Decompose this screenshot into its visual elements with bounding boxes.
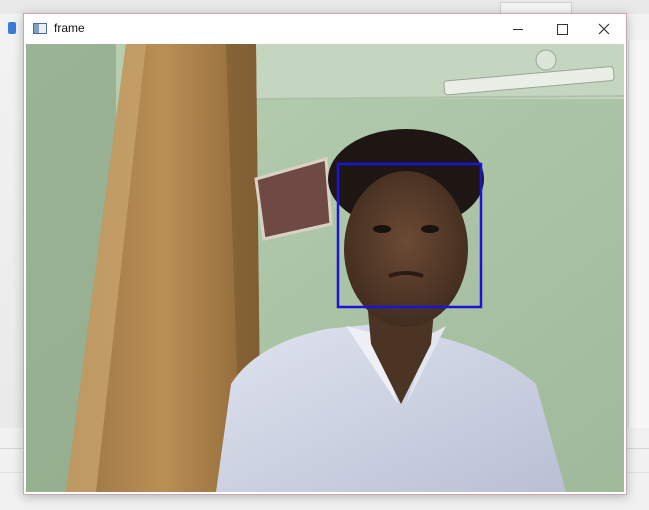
wall-fixture: [535, 49, 557, 71]
camera-frame: [26, 44, 624, 492]
maximize-button[interactable]: [540, 14, 584, 44]
app-window-icon: [33, 23, 47, 34]
background-app-icon: [8, 22, 16, 34]
window-title: frame: [54, 21, 85, 35]
minimize-button[interactable]: [496, 14, 540, 44]
maximize-icon: [556, 23, 568, 35]
minimize-icon: [513, 28, 523, 30]
close-button[interactable]: [582, 14, 626, 44]
background-panel: [628, 40, 649, 460]
webcam-image: [26, 44, 624, 492]
close-icon: [598, 23, 610, 35]
person-face: [344, 171, 468, 327]
title-bar[interactable]: frame: [24, 14, 626, 44]
frame-window[interactable]: frame: [23, 13, 627, 495]
